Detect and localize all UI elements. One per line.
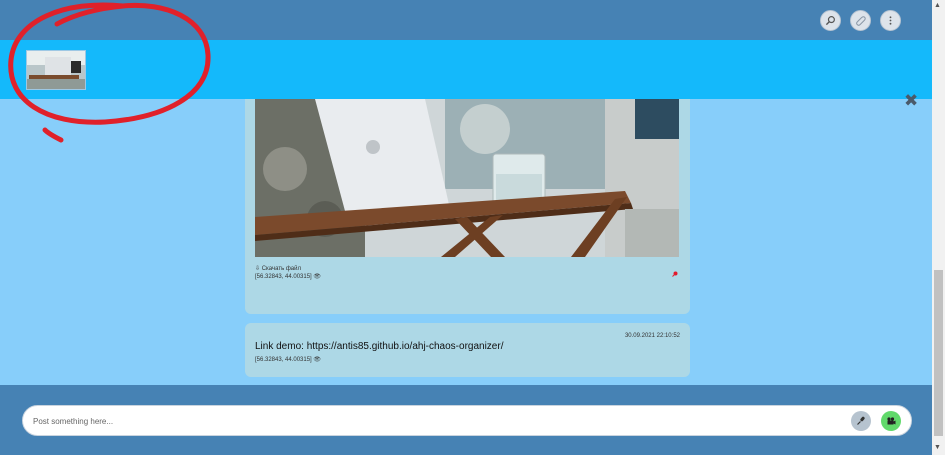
search-button[interactable] <box>820 10 841 31</box>
pin-icon[interactable] <box>672 271 678 277</box>
message-text[interactable]: Link demo: https://antis85.github.io/ahj… <box>255 341 503 352</box>
message-coordinates[interactable]: [56.32843, 44.00315] 👁 <box>255 273 321 280</box>
composer-bar <box>0 385 932 455</box>
scroll-up-arrow-icon[interactable]: ▲ <box>934 2 941 9</box>
message-input[interactable] <box>33 412 813 430</box>
download-file-link[interactable]: ⇩ Скачать файл <box>255 265 301 272</box>
video-camera-icon <box>887 417 896 425</box>
pinned-message-bar: ✖ <box>0 40 932 109</box>
composer-input-wrapper <box>22 405 912 436</box>
scrollbar-thumb[interactable] <box>934 270 943 436</box>
search-icon <box>825 16 835 26</box>
message-feed[interactable]: ⇩ Скачать файл [56.32843, 44.00315] 👁 30… <box>0 99 932 385</box>
video-record-button[interactable] <box>881 411 901 431</box>
message-image-card: ⇩ Скачать файл [56.32843, 44.00315] 👁 <box>245 99 690 314</box>
menu-button[interactable] <box>880 10 901 31</box>
attach-button[interactable] <box>850 10 871 31</box>
more-vertical-icon <box>889 16 892 25</box>
paperclip-icon <box>856 16 866 26</box>
message-date: 30.09.2021 22:10:52 <box>624 333 680 339</box>
audio-record-button[interactable] <box>851 411 871 431</box>
microphone-icon <box>857 416 865 425</box>
message-coordinates[interactable]: [56.32843, 44.00315] 👁 <box>255 356 321 363</box>
pinned-thumbnail[interactable] <box>26 50 86 90</box>
scroll-down-arrow-icon[interactable]: ▼ <box>934 444 941 451</box>
page-scrollbar[interactable]: ▲ ▼ <box>932 0 945 455</box>
message-image[interactable] <box>255 99 679 257</box>
message-link-card: 30.09.2021 22:10:52 Link demo: https://a… <box>245 323 690 377</box>
top-bar <box>0 0 932 40</box>
